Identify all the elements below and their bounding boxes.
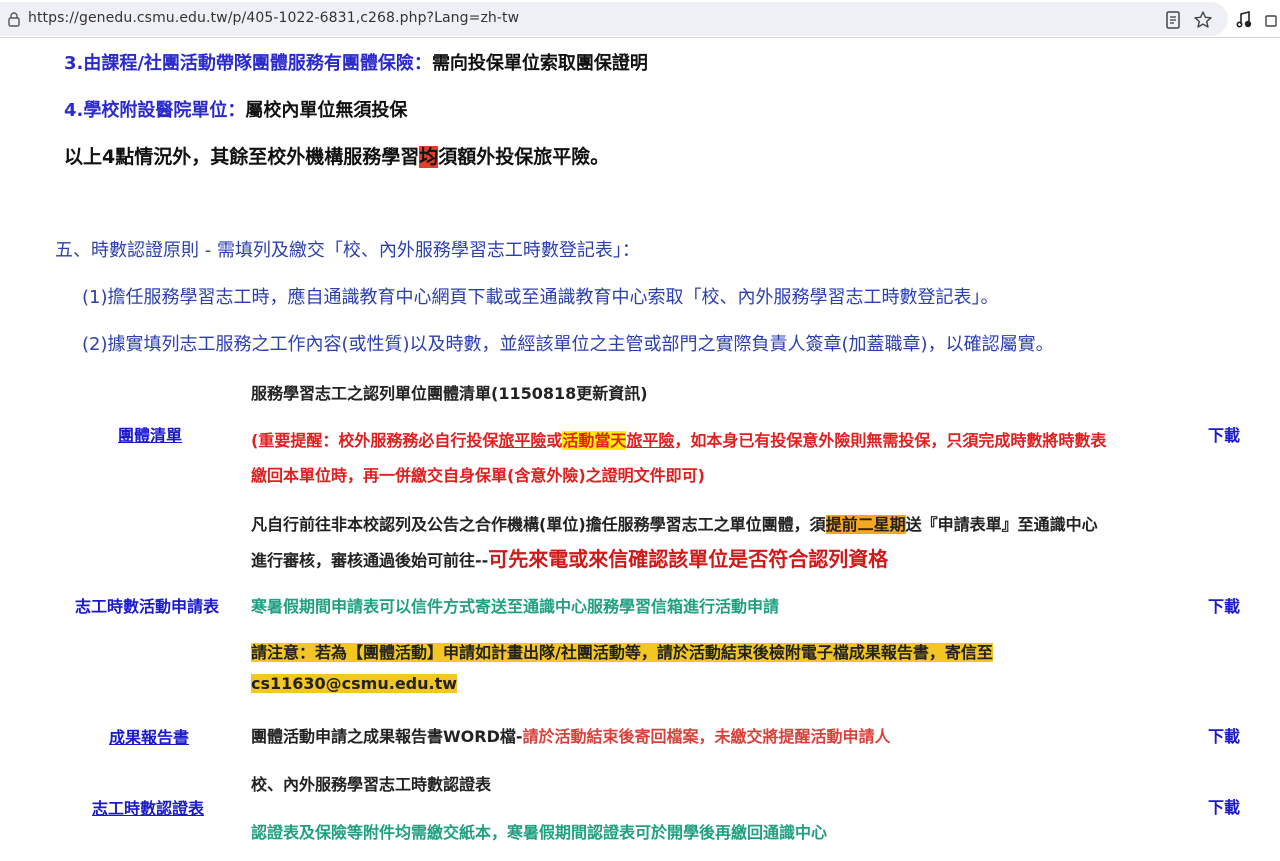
item-4-label: 4.學校附設醫院單位： (64, 100, 246, 121)
application-p1-part-a: 凡自行前往非本校認列及公告之合作機構(單位)擔任服務學習志工之單位團體，須 (251, 515, 826, 534)
group-list-title: 服務學習志工之認列單位團體清單(1150818更新資訊) (251, 384, 648, 403)
confirm-eligibility-notice: 可先來電或來信確認該單位是否符合認列資格 (488, 547, 889, 571)
insurance-summary: 以上4點情況外，其餘至校外機構服務學習均須額外投保旅平險。 (64, 142, 609, 169)
address-bar[interactable]: https://genedu.csmu.edu.tw/p/405-1022-68… (0, 2, 1228, 36)
note-part-c: 或 (546, 431, 563, 450)
note-part-f: ，如本身已有投保意外險則無需投保，只須完成時數將時數表 (674, 431, 1107, 450)
report-link[interactable]: 成果報告書 (109, 724, 189, 748)
application-download-link[interactable]: 下載 (1208, 593, 1240, 617)
group-list-download-link[interactable]: 下載 (1208, 422, 1240, 446)
report-text: 團體活動申請之成果報告書WORD檔-請於活動結束後寄回檔案，未繳交將提醒活動申請… (251, 723, 891, 747)
note-part-a: (重要提醒：校外服務務必自行投保 (251, 431, 499, 450)
browser-toolbar: https://genedu.csmu.edu.tw/p/405-1022-68… (0, 0, 1280, 38)
group-list-link[interactable]: 團體清單 (118, 422, 182, 446)
section-5-title: 五、時數認證原則 - 需填列及繳交「校、內外服務學習志工時數登記表」： (55, 240, 640, 261)
insurance-item-4: 4.學校附設醫院單位：屬校內單位無須投保 (64, 96, 407, 122)
application-paragraph-3-line-2: cs11630@csmu.edu.tw (251, 674, 458, 693)
certificate-title: 校、內外服務學習志工時數認證表 (251, 775, 492, 794)
group-list-note: (重要提醒：校外服務務必自行投保旅平險或活動當天旅平險，如本身已有投保意外險則無… (251, 427, 1106, 451)
item-3-label: 3.由課程/社團活動帶隊團體服務有團體保險： (64, 53, 432, 74)
contact-email[interactable]: cs11630@csmu.edu.tw (251, 674, 458, 693)
note-travel-insurance-2: 旅平險 (626, 431, 675, 450)
page-content: 3.由課程/社團活動帶隊團體服務有團體保險：需向投保單位索取團保證明 4.學校附… (0, 38, 1280, 861)
application-p1-line-2: 進行審核，審核通過後始可前往-- (251, 551, 489, 570)
two-weeks-highlight: 提前二星期 (825, 515, 906, 534)
report-text-a: 團體活動申請之成果報告書WORD檔- (251, 727, 523, 746)
item-3-text: 需向投保單位索取團保證明 (431, 53, 648, 74)
url-text[interactable]: https://genedu.csmu.edu.tw/p/405-1022-68… (28, 10, 519, 26)
extensions-icon[interactable] (1264, 10, 1280, 30)
group-list-note-line-2: 繳回本單位時，再一併繳交自身保單(含意外險)之證明文件即可) (251, 466, 705, 485)
note-travel-insurance-1: 旅平險 (498, 431, 547, 450)
reader-mode-icon[interactable] (1163, 10, 1183, 30)
application-form-link[interactable]: 志工時數活動申請表 (75, 593, 219, 617)
note-activity-day: 活動當天 (562, 431, 627, 450)
certificate-note: 認證表及保險等附件均需繳交紙本，寒暑假期間認證表可於開學後再繳回通識中心 (251, 823, 828, 842)
report-download-link[interactable]: 下載 (1208, 723, 1240, 747)
summary-highlight: 均 (419, 146, 439, 168)
site-info-icon[interactable] (6, 11, 22, 27)
section-5-point-1: (1)擔任服務學習志工時，應自通識教育中心網頁下載或至通識教育中心索取「校、內外… (82, 287, 999, 308)
media-control-icon[interactable] (1234, 10, 1254, 30)
application-paragraph-1: 凡自行前往非本校認列及公告之合作機構(單位)擔任服務學習志工之單位團體，須提前二… (251, 511, 1098, 535)
report-reminder: 請於活動結束後寄回檔案，未繳交將提醒活動申請人 (522, 727, 891, 746)
application-p1-part-b: 送『申請表單』至通識中心 (905, 515, 1098, 534)
summary-post: 須額外投保旅平險。 (438, 146, 610, 168)
insurance-item-3: 3.由課程/社團活動帶隊團體服務有團體保險：需向投保單位索取團保證明 (64, 49, 648, 75)
bookmark-star-icon[interactable] (1193, 10, 1213, 30)
application-paragraph-1-line-2: 進行審核，審核通過後始可前往--可先來電或來信確認該單位是否符合認列資格 (251, 543, 888, 572)
item-4-text: 屬校內單位無須投保 (245, 100, 408, 121)
section-5-point-2: (2)據實填列志工服務之工作內容(或性質)以及時數，並經該單位之主管或部門之實際… (82, 334, 1054, 355)
certificate-download-link[interactable]: 下載 (1208, 794, 1240, 818)
summary-pre: 以上4點情況外，其餘至校外機構服務學習 (64, 146, 420, 168)
application-paragraph-3: 請注意：若為【團體活動】申請如計畫出隊/社團活動等，請於活動結束後檢附電子檔成果… (251, 639, 993, 663)
group-activity-notice: 請注意：若為【團體活動】申請如計畫出隊/社團活動等，請於活動結束後檢附電子檔成果… (251, 643, 993, 662)
application-paragraph-2: 寒暑假期間申請表可以信件方式寄送至通識中心服務學習信箱進行活動申請 (251, 597, 780, 616)
certificate-link[interactable]: 志工時數認證表 (92, 795, 204, 819)
